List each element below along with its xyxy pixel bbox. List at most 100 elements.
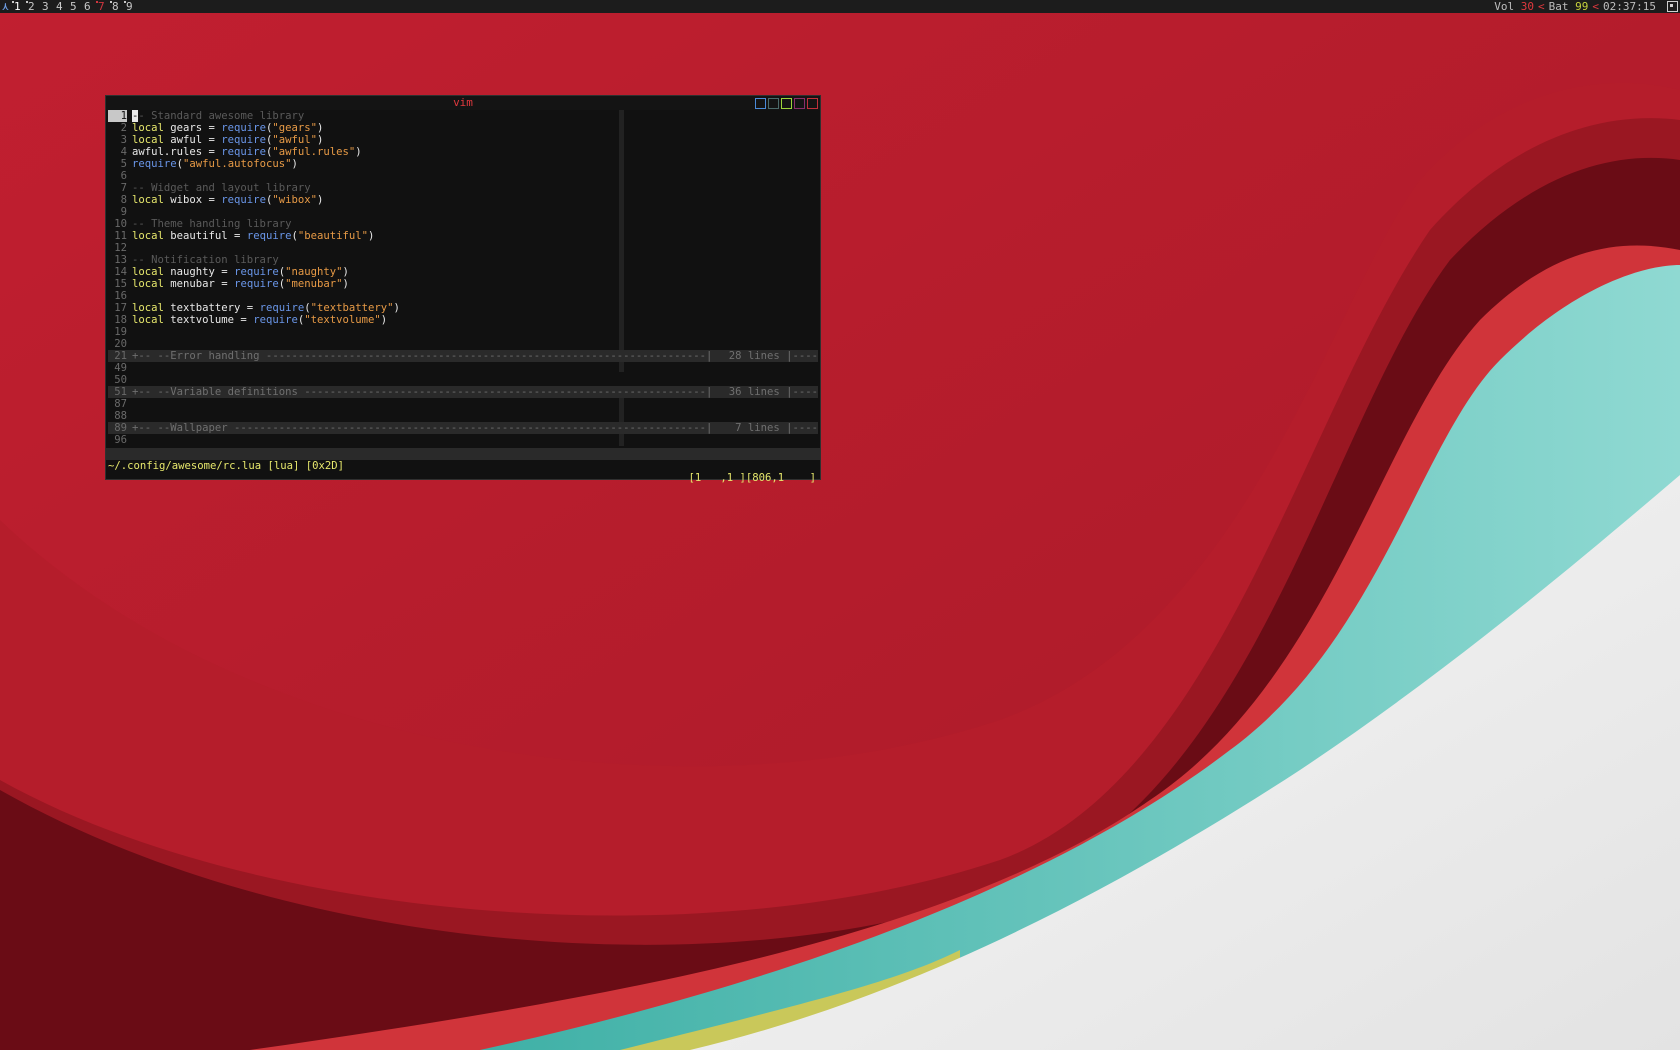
tag-label: 1 [14,0,21,13]
line-number: 16 [114,290,127,302]
code-text: local menubar = require("menubar") [132,278,349,290]
code-token: "awful.rules" [272,146,356,158]
code-token: "beautiful" [297,230,369,242]
code-text: local awful = require("awful") [132,134,323,146]
code-token: local [132,230,164,242]
code-token: ) [291,158,298,170]
code-line[interactable]: 4 awful.rules = require("awful.rules") [108,146,818,158]
code-line[interactable]: 7 -- Widget and layout library [108,182,818,194]
line-number: 3 [120,134,127,146]
code-line[interactable]: 5 require("awful.autofocus") [108,158,818,170]
code-line[interactable]: 3 local awful = require("awful") [108,134,818,146]
tag-occupied-dot [124,1,126,3]
ontop-icon[interactable] [768,98,779,109]
code-token: awful.rules = [132,146,222,158]
code-token: require [246,230,292,242]
code-token: local [132,314,164,326]
line-number: 96 [114,434,127,446]
code-token: require [221,146,266,158]
vim-window[interactable]: vim 1 -- Standard awesome library 2 local g… [105,95,821,484]
line-number: 87 [114,398,127,410]
line-number: 19 [114,326,127,338]
code-token: - Standard awesome library [138,110,305,122]
code-token: "awful" [272,134,317,146]
code-line[interactable]: 14 local naughty = require("naughty") [108,266,818,278]
editor-buffer[interactable]: 1 -- Standard awesome library 2 local gears… [108,110,820,450]
code-line[interactable]: 18 local textvolume = require("textvolume… [108,314,818,326]
code-line[interactable]: 88 [108,410,818,422]
tag-3[interactable]: 3 [42,0,56,13]
line-number: 17 [114,302,127,314]
code-token: local [132,194,164,206]
fold-line[interactable]: 51 +-- --Variable definitions -----------… [108,386,818,398]
code-line[interactable]: 1 -- Standard awesome library [108,110,818,122]
floating-icon[interactable] [755,98,766,109]
layout-tile-icon[interactable] [1667,1,1678,12]
battery-label: Bat [1548,0,1569,13]
code-text: -- Standard awesome library [132,110,304,122]
line-number: 5 [120,158,127,170]
code-line[interactable]: 87 [108,398,818,410]
code-text: local textvolume = require("textvolume") [132,314,387,326]
code-line[interactable]: 10 -- Theme handling library [108,218,818,230]
code-token: textbattery = [163,302,260,314]
code-text: local beautiful = require("beautiful") [132,230,374,242]
line-number: 6 [120,170,127,182]
tag-9[interactable]: 9 [124,0,140,13]
code-line[interactable]: 50 [108,374,818,386]
tag-label: 4 [56,0,63,13]
fold-line-count: 28 lines |---- [728,350,818,362]
tag-5[interactable]: 5 [70,0,84,13]
line-number: 51 [114,386,127,398]
code-line[interactable]: 96 [108,434,818,446]
code-line[interactable]: 11 local beautiful = require("beautiful") [108,230,818,242]
code-token: require [221,194,266,206]
tag-4[interactable]: 4 [56,0,70,13]
code-line[interactable]: 12 [108,242,818,254]
line-number: 1 [108,110,127,122]
code-token: ) [368,230,375,242]
tag-label: 6 [84,0,91,13]
code-line[interactable]: 49 [108,362,818,374]
code-line[interactable]: 20 [108,338,818,350]
code-token: require [234,266,279,278]
code-token: menubar = [163,278,235,290]
tag-occupied-dot [110,1,112,3]
code-token: require [221,134,266,146]
battery-value: 99 [1575,0,1589,13]
sticky-icon[interactable] [781,98,792,109]
tag-label: 5 [70,0,77,13]
code-token: ) [317,122,324,134]
maximize-icon[interactable] [794,98,805,109]
awesome-launcher-icon[interactable]: ⋏ [2,0,9,13]
code-line[interactable]: 17 local textbattery = require("textbatte… [108,302,818,314]
code-line[interactable]: 2 local gears = require("gears") [108,122,818,134]
code-line[interactable]: 6 [108,170,818,182]
code-line[interactable]: 16 [108,290,818,302]
code-token: textvolume = [163,314,254,326]
fold-line[interactable]: 21 +-- --Error handling -----------------… [108,350,818,362]
code-token: ) [342,266,349,278]
close-icon[interactable] [807,98,818,109]
code-line[interactable]: 15 local menubar = require("menubar") [108,278,818,290]
tag-label: 3 [42,0,49,13]
tag-label: 7 [98,0,105,13]
code-token: local [132,266,164,278]
code-line[interactable]: 19 [108,326,818,338]
volume-value[interactable]: 30 [1521,0,1534,13]
code-token: require [253,314,298,326]
code-line[interactable]: 9 [108,206,818,218]
code-token: ) [380,314,388,326]
code-line[interactable]: 13 -- Notification library [108,254,818,266]
vim-statusline: ~/.config/awesome/rc.lua [lua] [0x2D] [1… [106,448,820,484]
tag-2[interactable]: 2 [26,0,42,13]
tag-list: 1 2 3 4 5 6 7 8 9 [12,0,140,13]
window-buttons [755,98,818,109]
line-number: 7 [120,182,127,194]
line-number: 20 [114,338,127,350]
code-line[interactable]: 8 local wibox = require("wibox") [108,194,818,206]
window-titlebar[interactable]: vim [106,96,820,110]
tag-occupied-dot [96,1,98,3]
fold-line[interactable]: 89 +-- --Wallpaper ----------------------… [108,422,818,434]
code-token: awful = [163,134,222,146]
